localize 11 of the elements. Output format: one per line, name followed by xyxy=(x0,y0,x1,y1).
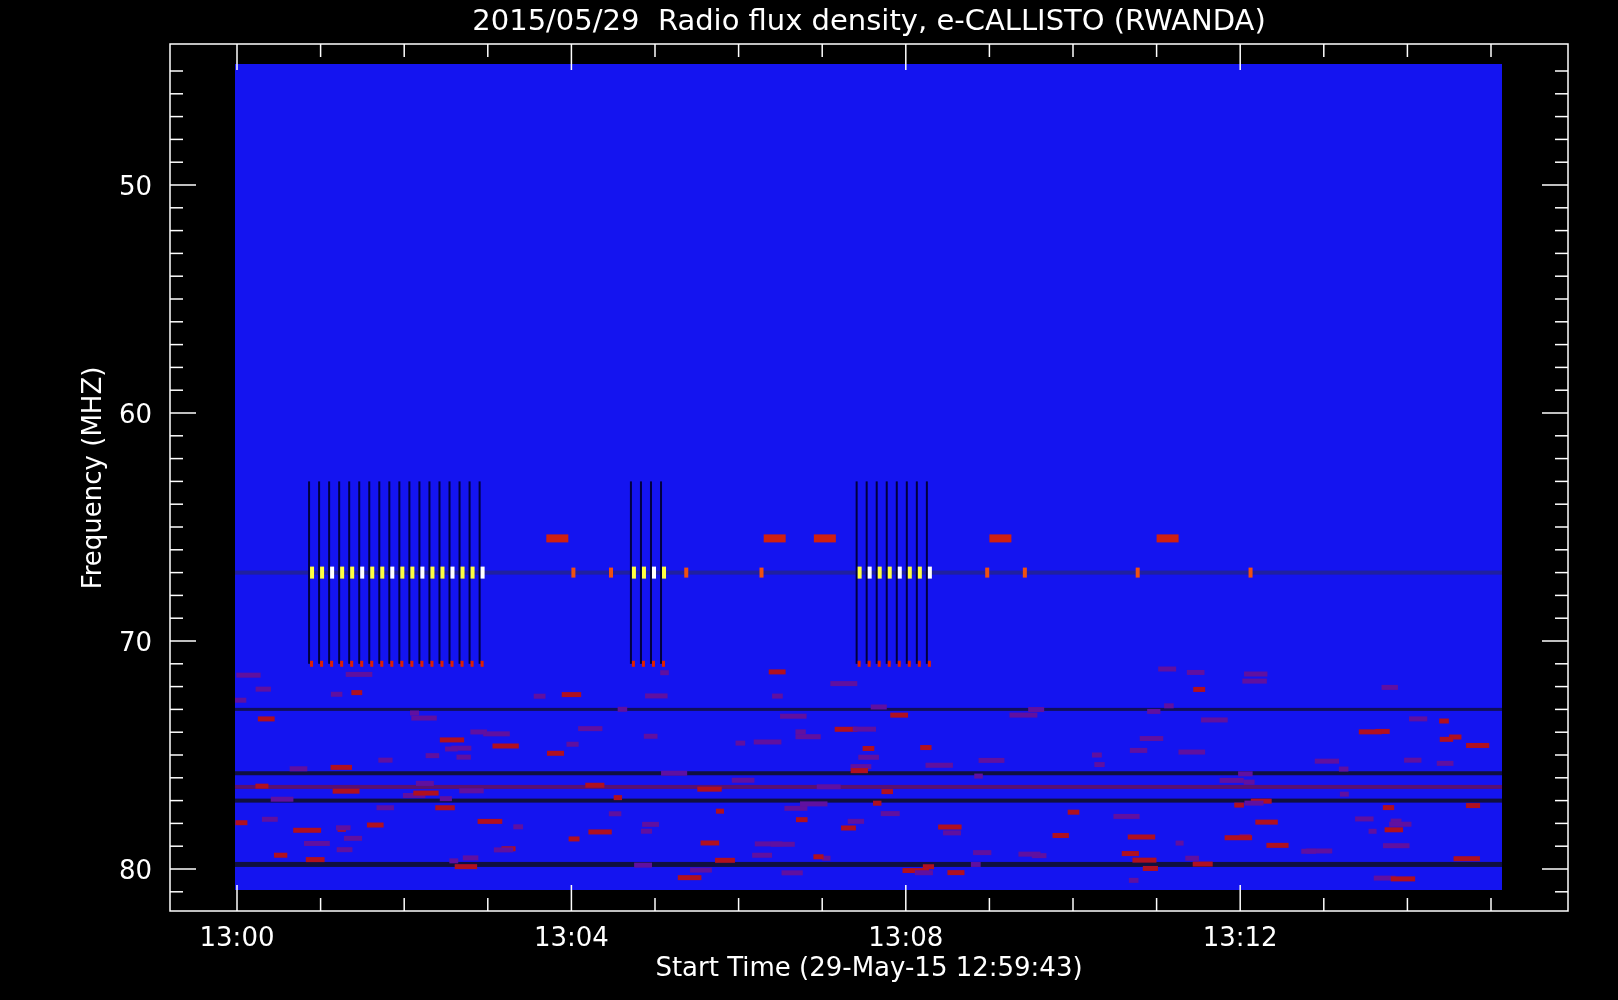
y-tick-label: 50 xyxy=(118,171,152,201)
x-tick-label: 13:00 xyxy=(199,922,275,952)
y-axis-label: Frequency (MHZ) xyxy=(77,366,107,590)
y-tick-label: 70 xyxy=(118,627,152,657)
y-tick-label: 80 xyxy=(118,855,152,885)
x-tick-label: 13:08 xyxy=(868,922,944,952)
x-axis-label: Start Time (29-May-15 12:59:43) xyxy=(655,952,1083,982)
plot-title: 2015/05/29 Radio flux density, e-CALLISTO (RWANDA) xyxy=(472,3,1266,37)
x-tick-label: 13:12 xyxy=(1202,922,1278,952)
x-tick-label: 13:04 xyxy=(533,922,609,952)
y-tick-label: 60 xyxy=(118,399,152,429)
